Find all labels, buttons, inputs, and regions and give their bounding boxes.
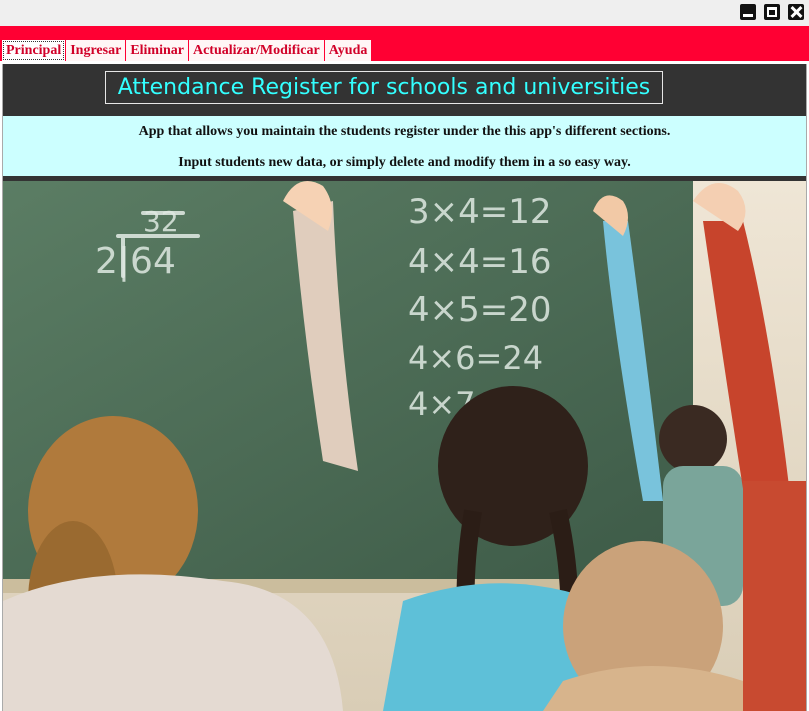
board-text-line-2: 4×4=16 [408,242,552,282]
tab-bar: Principal Ingresar Eliminar Actualizar/M… [2,40,372,61]
board-text-line-4: 4×6=24 [408,339,543,377]
classroom-photo: 32 2|64 3×4=12 4×4=16 4×5=20 4×6=24 4×7 [3,181,806,711]
description-line-1: App that allows you maintain the student… [138,124,671,139]
board-text-line-1: 3×4=12 [408,192,552,232]
description-line-2: Input students new data, or simply delet… [178,155,631,170]
main-panel: Attendance Register for schools and univ… [2,64,807,711]
maximize-icon[interactable] [764,4,780,20]
board-text-32: 32 [143,205,179,238]
tab-actualizar-modificar[interactable]: Actualizar/Modificar [188,40,324,61]
header-bar: Attendance Register for schools and univ… [3,64,806,116]
tab-ayuda[interactable]: Ayuda [324,40,372,61]
minimize-icon[interactable] [740,4,756,20]
tab-ingresar[interactable]: Ingresar [66,40,126,61]
tab-eliminar[interactable]: Eliminar [126,40,188,61]
close-icon[interactable] [788,4,804,20]
board-text-line-3: 4×5=20 [408,290,552,330]
tab-principal[interactable]: Principal [2,40,66,61]
page-title: Attendance Register for schools and univ… [105,71,663,104]
window-title-bar [0,0,809,26]
description-panel: App that allows you maintain the student… [3,116,806,176]
board-text-division: 2|64 [95,241,176,282]
